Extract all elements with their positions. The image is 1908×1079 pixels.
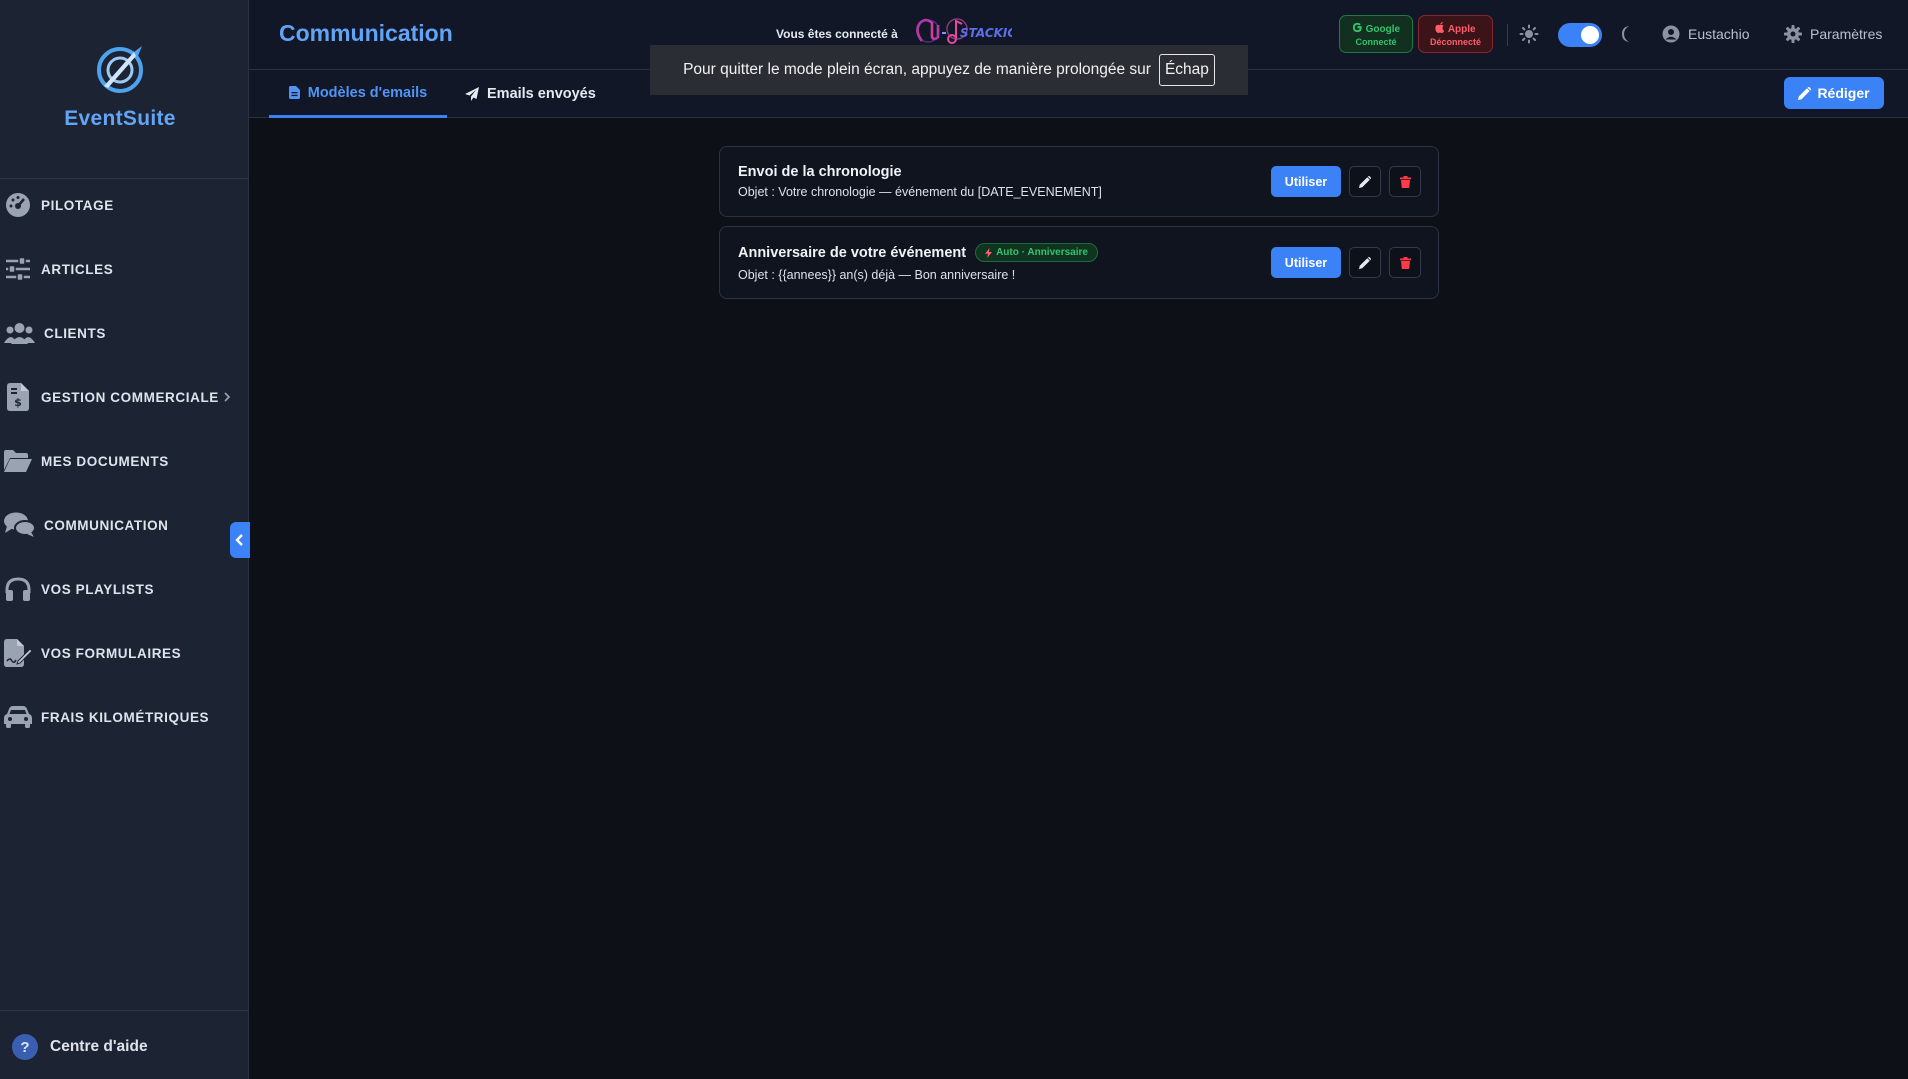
sidebar-divider: [0, 1010, 249, 1011]
google-label: Google: [1365, 24, 1401, 35]
help-center-link[interactable]: ? Centre d'aide: [12, 1034, 148, 1060]
help-question-icon: ?: [12, 1034, 38, 1060]
template-title: Anniversaire de votre événement: [738, 244, 967, 261]
delete-template-button[interactable]: [1389, 166, 1421, 197]
apple-connection-button[interactable]: Apple Déconnecté: [1418, 15, 1493, 53]
help-center-label: Centre d'aide: [50, 1038, 148, 1055]
template-title-row: Anniversaire de votre événement Auto · A…: [738, 243, 1098, 262]
compose-label: Rédiger: [1817, 85, 1870, 101]
theme-toggle[interactable]: [1558, 23, 1602, 47]
car-icon: [4, 703, 32, 731]
sun-icon[interactable]: [1519, 24, 1539, 44]
invoice-dollar-icon: $: [4, 383, 32, 411]
trash-icon: [1399, 256, 1411, 269]
connected-to-text: Vous êtes connecté à: [776, 27, 898, 41]
tab-label: Modèles d'emails: [307, 84, 428, 101]
page-title: Communication: [279, 20, 453, 46]
sidebar-item-label: CLIENTS: [44, 325, 106, 341]
sidebar-item-vos-playlists[interactable]: VOS PLAYLISTS: [0, 557, 249, 621]
bolt-icon: [985, 247, 993, 258]
eventsuite-logo-icon: [97, 46, 143, 93]
gear-icon: [1784, 25, 1802, 43]
dashboard-gauge-icon: [4, 191, 32, 219]
sidebar-item-frais-kilometriques[interactable]: FRAIS KILOMÉTRIQUES: [0, 685, 249, 749]
app-name: EventSuite: [64, 107, 176, 130]
escape-key-hint: Échap: [1158, 54, 1215, 86]
chevron-left-icon: [235, 534, 243, 546]
template-subject: Objet : Votre chronologie — événement du…: [738, 185, 1102, 199]
settings-label: Paramètres: [1810, 26, 1883, 42]
trash-icon: [1399, 175, 1411, 188]
tab-sent-emails[interactable]: Emails envoyés: [465, 70, 596, 118]
file-icon: [288, 86, 300, 99]
use-template-button[interactable]: Utiliser: [1271, 166, 1341, 197]
svg-text:$: $: [14, 396, 22, 409]
sidebar-item-label: PILOTAGE: [41, 197, 114, 213]
sidebar-item-label: MES DOCUMENTS: [41, 453, 169, 469]
sidebar-item-pilotage[interactable]: PILOTAGE: [0, 173, 249, 237]
sidebar-item-label: ARTICLES: [41, 261, 114, 277]
sidebar-item-label: VOS PLAYLISTS: [41, 581, 155, 597]
sidebar-collapse-button[interactable]: [230, 522, 250, 558]
users-icon: [4, 319, 35, 347]
sidebar-item-communication[interactable]: COMMUNICATION: [0, 493, 249, 557]
header-divider: [1507, 24, 1508, 46]
tab-label: Emails envoyés: [487, 86, 596, 102]
edit-template-button[interactable]: [1349, 166, 1381, 197]
pencil-icon: [1359, 175, 1371, 188]
sidebar-item-vos-formulaires[interactable]: VOS FORMULAIRES: [0, 621, 249, 685]
sidebar-item-label: COMMUNICATION: [44, 517, 169, 533]
compose-button[interactable]: Rédiger: [1784, 77, 1884, 109]
user-menu[interactable]: Eustachio: [1662, 25, 1749, 43]
sidebar-item-label: GESTION COMMERCIALE: [41, 389, 219, 405]
app-logo[interactable]: EventSuite: [0, 40, 240, 140]
pencil-icon: [1798, 86, 1812, 100]
delete-template-button[interactable]: [1389, 247, 1421, 278]
tab-email-templates[interactable]: Modèles d'emails: [269, 70, 447, 118]
auto-anniversary-badge: Auto · Anniversaire: [975, 243, 1098, 262]
apple-status: Déconnecté: [1429, 37, 1482, 47]
sidebar-item-mes-documents[interactable]: MES DOCUMENTS: [0, 429, 249, 493]
apple-label: Apple: [1447, 24, 1476, 35]
sliders-icon: [4, 255, 32, 283]
theme-toggle-knob: [1581, 26, 1599, 44]
comments-icon: [4, 511, 35, 539]
google-status: Connecté: [1355, 37, 1397, 47]
email-template-card: Envoi de la chronologie Objet : Votre ch…: [719, 146, 1439, 217]
sidebar: EventSuite PILOTAGE ARTICLES CLIENTS $ G…: [0, 0, 249, 1079]
fullscreen-notice-text: Pour quitter le mode plein écran, appuye…: [683, 61, 1151, 78]
file-signature-icon: [4, 639, 32, 667]
app-root: EventSuite PILOTAGE ARTICLES CLIENTS $ G…: [0, 0, 1908, 1079]
user-circle-icon: [1662, 25, 1680, 43]
sidebar-item-label: FRAIS KILOMÉTRIQUES: [41, 709, 210, 725]
moon-icon[interactable]: [1617, 24, 1637, 44]
email-template-card: Anniversaire de votre événement Auto · A…: [719, 226, 1439, 299]
template-title: Envoi de la chronologie: [738, 164, 902, 180]
headphones-icon: [4, 575, 32, 603]
sidebar-item-gestion-commerciale[interactable]: $ GESTION COMMERCIALE: [0, 365, 249, 429]
user-name: Eustachio: [1688, 26, 1750, 42]
partner-brand-logo-icon: STACKIO: [916, 18, 1012, 44]
sidebar-nav: PILOTAGE ARTICLES CLIENTS $ GESTION COMM…: [0, 173, 249, 749]
edit-template-button[interactable]: [1349, 247, 1381, 278]
settings-link[interactable]: Paramètres: [1784, 25, 1882, 43]
chevron-right-icon: [224, 392, 231, 402]
use-template-button[interactable]: Utiliser: [1271, 247, 1341, 278]
apple-icon: [1435, 22, 1445, 33]
fullscreen-exit-notice: Pour quitter le mode plein écran, appuye…: [650, 45, 1248, 95]
template-subject: Objet : {{annees}} an(s) déjà — Bon anni…: [738, 268, 1016, 282]
google-connection-button[interactable]: Google Connecté: [1339, 15, 1413, 53]
sidebar-item-articles[interactable]: ARTICLES: [0, 237, 249, 301]
badge-label: Auto · Anniversaire: [996, 247, 1088, 258]
google-icon: [1352, 22, 1362, 33]
sidebar-item-label: VOS FORMULAIRES: [41, 645, 182, 661]
sidebar-item-clients[interactable]: CLIENTS: [0, 301, 249, 365]
pencil-icon: [1359, 256, 1371, 269]
svg-text:STACKIO: STACKIO: [960, 26, 1012, 40]
paper-plane-icon: [465, 87, 479, 101]
folder-open-icon: [4, 447, 32, 475]
